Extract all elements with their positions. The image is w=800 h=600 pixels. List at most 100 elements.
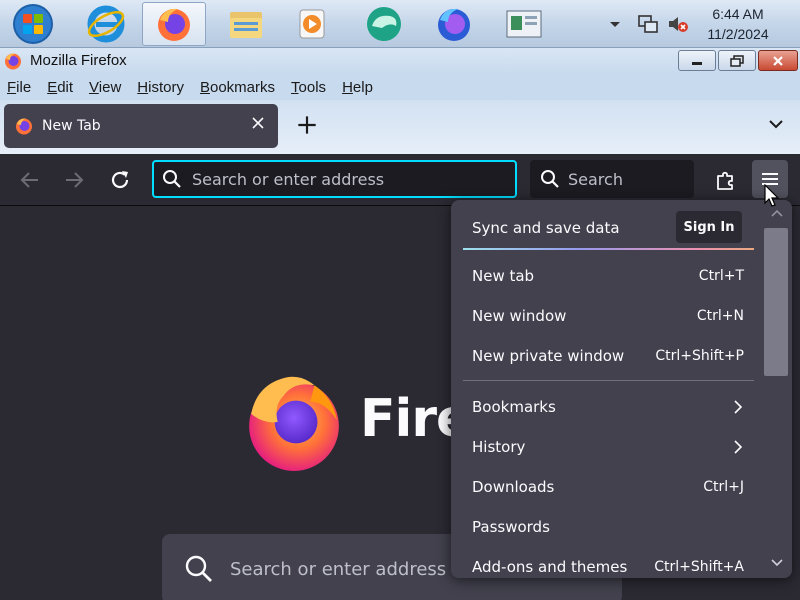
volume-muted-icon bbox=[669, 17, 688, 32]
sync-row: Sync and save data Sign In bbox=[463, 208, 754, 248]
extensions-button[interactable] bbox=[712, 166, 740, 194]
menu-item-shortcut: Ctrl+Shift+A bbox=[654, 559, 744, 575]
menu-item-shortcut: Ctrl+Shift+P bbox=[655, 348, 744, 364]
sync-label: Sync and save data bbox=[472, 219, 620, 237]
url-bar[interactable] bbox=[152, 160, 517, 198]
taskbar-media-player[interactable] bbox=[280, 2, 344, 46]
url-input[interactable] bbox=[192, 169, 492, 189]
puzzle-piece-icon bbox=[717, 171, 733, 190]
menu-item-label: Passwords bbox=[472, 518, 550, 536]
menu-item-label: Add-ons and themes bbox=[472, 558, 628, 576]
tab-strip: New Tab bbox=[0, 100, 800, 154]
clock-time: 6:44 AM bbox=[712, 6, 764, 22]
restore-icon bbox=[730, 54, 744, 67]
menu-item-label: New window bbox=[472, 307, 567, 325]
file-explorer-icon bbox=[230, 12, 262, 38]
tab-label: New Tab bbox=[42, 118, 101, 134]
menu-item-addons-and-themes[interactable]: Add-ons and themes Ctrl+Shift+A bbox=[463, 547, 754, 578]
forward-button[interactable] bbox=[62, 168, 86, 192]
windows-taskbar: 6:44 AM 11/2/2024 bbox=[0, 0, 800, 48]
menu-item-label: Downloads bbox=[472, 478, 555, 496]
network-tray-button[interactable] bbox=[636, 0, 660, 48]
menu-item-shortcut: Ctrl+T bbox=[698, 268, 744, 284]
menu-tools[interactable]: Tools bbox=[291, 79, 326, 96]
scroll-down-button[interactable] bbox=[769, 556, 785, 570]
firefox-favicon-icon bbox=[16, 118, 32, 135]
chevron-up-icon bbox=[771, 209, 783, 217]
menu-item-label: New private window bbox=[472, 347, 625, 365]
panel-scrollbar[interactable] bbox=[762, 200, 792, 578]
volume-tray-button[interactable] bbox=[666, 0, 690, 48]
list-all-tabs-chevron-icon[interactable] bbox=[766, 114, 786, 134]
menu-item-bookmarks[interactable]: Bookmarks bbox=[463, 387, 754, 427]
search-icon bbox=[541, 170, 559, 188]
menu-item-label: History bbox=[472, 438, 526, 456]
sign-in-button[interactable]: Sign In bbox=[676, 211, 742, 243]
media-player-icon bbox=[299, 9, 325, 39]
search-icon bbox=[163, 170, 181, 188]
reload-icon bbox=[111, 171, 129, 189]
window-title: Mozilla Firefox bbox=[30, 52, 127, 69]
menu-view[interactable]: View bbox=[89, 79, 121, 96]
menu-history[interactable]: History bbox=[137, 79, 184, 96]
start-button[interactable] bbox=[0, 2, 66, 46]
menu-item-history[interactable]: History bbox=[463, 427, 754, 467]
chevron-up-icon bbox=[610, 22, 620, 27]
restore-button[interactable] bbox=[718, 50, 756, 71]
navigation-toolbar bbox=[0, 154, 800, 206]
menu-bar: File Edit View History Bookmarks Tools H… bbox=[0, 74, 800, 100]
search-input[interactable] bbox=[568, 169, 678, 189]
chevron-right-icon bbox=[734, 400, 743, 414]
search-bar[interactable] bbox=[530, 160, 694, 198]
new-tab-plus-icon[interactable] bbox=[294, 112, 320, 138]
chevron-right-icon bbox=[734, 440, 743, 454]
internet-explorer-icon bbox=[87, 5, 125, 43]
close-tab-icon[interactable] bbox=[250, 115, 266, 131]
taskbar-internet-explorer[interactable] bbox=[74, 2, 138, 46]
close-icon bbox=[773, 55, 783, 66]
menu-bookmarks[interactable]: Bookmarks bbox=[200, 79, 275, 96]
menu-edit[interactable]: Edit bbox=[47, 79, 73, 96]
firefox-app-icon bbox=[5, 53, 21, 70]
menu-item-label: Bookmarks bbox=[472, 398, 556, 416]
menu-help[interactable]: Help bbox=[342, 79, 373, 96]
menu-item-shortcut: Ctrl+N bbox=[696, 308, 744, 324]
menu-item-shortcut: Ctrl+J bbox=[703, 479, 744, 495]
scrollbar-thumb[interactable] bbox=[764, 228, 788, 376]
menu-item-downloads[interactable]: Downloads Ctrl+J bbox=[463, 467, 754, 507]
tab-new-tab[interactable]: New Tab bbox=[4, 104, 278, 148]
network-icon bbox=[638, 15, 658, 33]
reload-button[interactable] bbox=[108, 168, 132, 192]
menu-item-new-window[interactable]: New window Ctrl+N bbox=[463, 296, 754, 336]
firefox-logo-icon bbox=[249, 376, 339, 471]
windows-orb-icon bbox=[13, 4, 53, 44]
scroll-up-button[interactable] bbox=[769, 206, 785, 220]
search-icon bbox=[185, 555, 212, 582]
chevron-down-icon bbox=[771, 559, 783, 567]
firefox-icon bbox=[158, 8, 190, 41]
menu-file[interactable]: File bbox=[7, 79, 31, 96]
taskbar-file-explorer[interactable] bbox=[214, 2, 278, 46]
menu-item-passwords[interactable]: Passwords bbox=[463, 507, 754, 547]
taskbar-window-app[interactable] bbox=[492, 2, 556, 46]
taskbar-firefox[interactable] bbox=[142, 2, 206, 46]
chat-app-icon bbox=[367, 7, 401, 41]
show-hidden-icons-button[interactable] bbox=[608, 0, 622, 48]
app-menu-panel: Sync and save data Sign In New tab Ctrl+… bbox=[451, 200, 792, 578]
menu-item-new-tab[interactable]: New tab Ctrl+T bbox=[463, 256, 754, 296]
firefox-nightly-icon bbox=[438, 8, 470, 41]
taskbar-firefox-nightly[interactable] bbox=[422, 2, 486, 46]
back-arrow-icon bbox=[20, 172, 38, 188]
taskbar-chat-app[interactable] bbox=[352, 2, 416, 46]
forward-arrow-icon bbox=[66, 172, 84, 188]
window-titlebar[interactable]: Mozilla Firefox bbox=[0, 48, 800, 74]
back-button[interactable] bbox=[18, 168, 42, 192]
system-clock[interactable]: 6:44 AM 11/2/2024 bbox=[698, 4, 778, 44]
minimize-icon bbox=[692, 61, 702, 65]
menu-item-label: New tab bbox=[472, 267, 535, 285]
close-window-button[interactable] bbox=[758, 50, 798, 71]
minimize-button[interactable] bbox=[678, 50, 716, 71]
menu-item-new-private-window[interactable]: New private window Ctrl+Shift+P bbox=[463, 336, 754, 376]
window-app-icon bbox=[506, 10, 542, 38]
sync-separator bbox=[463, 248, 754, 250]
